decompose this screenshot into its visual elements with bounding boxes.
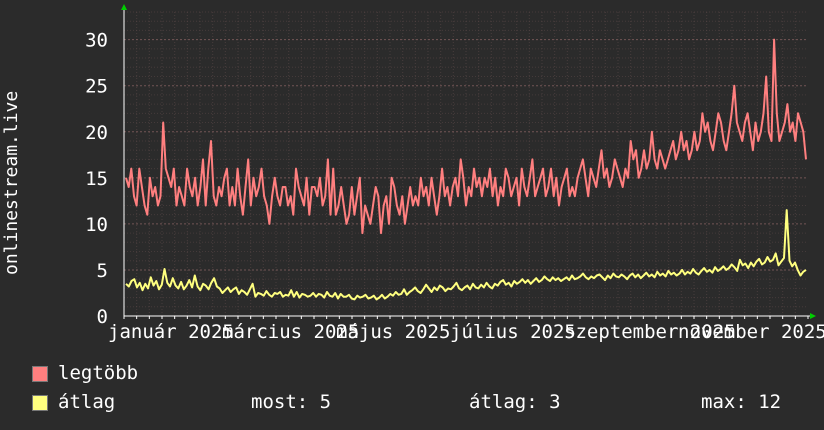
y-tick-label: 25 bbox=[85, 76, 108, 98]
x-tick-label: november 2025 bbox=[678, 321, 824, 343]
stat-max: max: 12 bbox=[701, 391, 781, 413]
y-tick-label: 0 bbox=[97, 306, 108, 328]
stat-avg-label: átlag: bbox=[469, 391, 538, 413]
legend-label-avg: átlag bbox=[58, 391, 116, 413]
x-tick-label: január 2025 bbox=[108, 321, 234, 343]
x-tick-label: május 2025 bbox=[336, 321, 450, 343]
stat-now-value: 5 bbox=[319, 391, 332, 413]
legend-label-max: legtöbb bbox=[58, 362, 139, 384]
stat-max-label: max: bbox=[701, 391, 747, 413]
x-axis-arrow bbox=[810, 313, 816, 319]
y-axis-label: onlinestream.live bbox=[1, 91, 25, 275]
series-line-max bbox=[125, 38, 807, 235]
y-tick-label: 30 bbox=[85, 30, 108, 52]
y-axis-label-text: onlinestream.live bbox=[1, 90, 22, 275]
y-tick-label: 5 bbox=[97, 260, 108, 282]
y-tick-label: 15 bbox=[85, 168, 108, 190]
stat-max-value: 12 bbox=[758, 391, 782, 413]
plot-area: 051015202530január 2025március 2025május… bbox=[85, 4, 824, 343]
stat-avg: átlag: 3 bbox=[469, 391, 561, 413]
x-tick-label: július 2025 bbox=[450, 321, 576, 343]
y-tick-label: 10 bbox=[85, 214, 108, 236]
y-tick-label: 20 bbox=[85, 122, 108, 144]
stat-avg-value: 3 bbox=[549, 391, 561, 413]
y-axis-arrow bbox=[121, 4, 127, 10]
legend-swatch-avg bbox=[32, 395, 48, 411]
stat-now: most: 5 bbox=[251, 391, 331, 413]
stat-now-label: most: bbox=[251, 391, 309, 413]
legend-swatch-max bbox=[32, 366, 48, 382]
